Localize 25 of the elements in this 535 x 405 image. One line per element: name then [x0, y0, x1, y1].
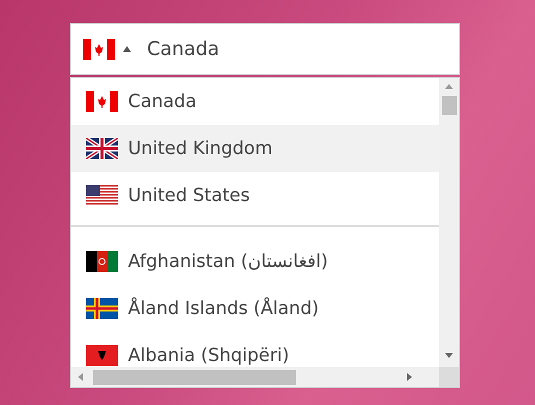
- stars-stripes-flag-icon: [86, 185, 118, 206]
- country-option[interactable]: Afghanistan (افغانستان): [71, 238, 439, 285]
- tricolor-flag-icon: [86, 251, 118, 272]
- union-jack-flag-icon: [86, 138, 118, 159]
- scroll-down-icon[interactable]: [445, 351, 453, 359]
- country-select-field[interactable]: Canada: [70, 23, 460, 75]
- country-option[interactable]: Åland Islands (Åland): [71, 285, 439, 332]
- country-option[interactable]: Albania (Shqipëri): [71, 332, 439, 367]
- eagle-flag-icon: [86, 345, 118, 366]
- cross-flag-icon: [86, 298, 118, 319]
- vertical-scrollbar[interactable]: [439, 78, 459, 367]
- scrollbar-corner: [439, 367, 459, 387]
- scroll-thumb[interactable]: [93, 370, 296, 385]
- country-option[interactable]: United Kingdom: [71, 125, 439, 172]
- maple-leaf-flag-icon: [86, 91, 118, 112]
- maple-leaf-flag-icon: [83, 38, 115, 60]
- country-option[interactable]: Canada: [71, 78, 439, 125]
- country-option[interactable]: United States: [71, 172, 439, 219]
- scroll-thumb[interactable]: [442, 96, 457, 115]
- scroll-up-icon[interactable]: [445, 83, 453, 91]
- scroll-left-icon[interactable]: [77, 373, 85, 381]
- flag-dropdown-button[interactable]: [83, 38, 131, 60]
- scroll-right-icon[interactable]: [405, 373, 413, 381]
- selected-country: Canada: [147, 38, 220, 60]
- horizontal-scrollbar[interactable]: [71, 367, 439, 387]
